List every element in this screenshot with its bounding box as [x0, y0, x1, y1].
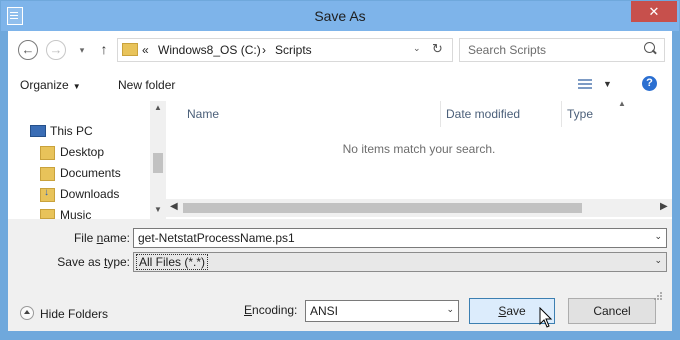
sidebar-item-desktop[interactable]: Desktop — [60, 145, 104, 159]
navigation-pane: This PC Desktop Documents Downloads Musi… — [8, 101, 166, 219]
save-form: File name: get-NetstatProcessName.ps1 ⌄ … — [8, 219, 672, 331]
close-button[interactable]: ✕ — [631, 1, 677, 22]
breadcrumb-scripts[interactable]: Scripts — [275, 43, 312, 57]
scrollbar-thumb[interactable] — [183, 203, 582, 213]
sort-indicator-icon: ▲ — [618, 99, 626, 108]
view-dropdown-icon[interactable]: ▼ — [603, 79, 612, 89]
label-part: ype: — [107, 255, 130, 269]
scroll-up-icon[interactable]: ▲ — [154, 103, 162, 112]
sidebar-item-this-pc[interactable]: This PC — [50, 124, 93, 138]
save-as-type-label: Save as type: — [48, 255, 130, 269]
view-options-icon[interactable] — [578, 79, 592, 90]
column-header-name[interactable]: Name — [187, 107, 219, 121]
search-input[interactable]: Search Scripts — [459, 38, 665, 62]
address-chevrons[interactable]: « — [142, 43, 149, 57]
command-bar: Organize ▼ New folder ▼ ? — [8, 70, 672, 100]
scroll-right-icon[interactable]: ▶ — [660, 201, 668, 212]
breadcrumb-separator-icon[interactable]: › — [262, 43, 266, 57]
search-placeholder: Search Scripts — [468, 43, 547, 57]
chevron-down-icon[interactable]: ⌄ — [654, 231, 662, 242]
forward-button[interactable]: → — [46, 40, 66, 60]
refresh-icon[interactable]: ↻ — [432, 41, 443, 57]
save-as-type-select[interactable]: All Files (*.*) ⌄ — [133, 252, 667, 272]
sidebar-item-documents[interactable]: Documents — [60, 166, 121, 180]
scrollbar-thumb[interactable] — [153, 153, 163, 173]
hide-folders-label: Hide Folders — [40, 307, 109, 321]
download-folder-icon — [40, 187, 55, 202]
file-name-value: get-NetstatProcessName.ps1 — [138, 231, 295, 245]
save-label: ave — [506, 304, 526, 318]
mouse-cursor-icon — [539, 307, 553, 328]
column-divider[interactable] — [440, 101, 441, 127]
chevron-down-icon[interactable]: ⌄ — [654, 255, 662, 266]
up-button[interactable]: ↑ — [94, 39, 114, 59]
search-icon[interactable] — [644, 42, 655, 53]
folder-icon — [40, 209, 55, 219]
access-key: E — [244, 303, 253, 317]
label-part: Save as — [57, 255, 104, 269]
file-name-field[interactable]: get-NetstatProcessName.ps1 ⌄ — [133, 228, 667, 248]
file-list-horizontal-scrollbar[interactable]: ◀ ▶ — [166, 199, 672, 217]
chevron-down-icon[interactable]: ⌄ — [446, 304, 454, 315]
label-part: ame: — [103, 231, 130, 245]
organize-button[interactable]: Organize ▼ — [20, 78, 81, 92]
scroll-left-icon[interactable]: ◀ — [170, 201, 178, 212]
dialog-body: ← → ▾ ↑ « Windows8_OS (C:) › Scripts ⌄ ↻… — [8, 31, 672, 331]
column-divider[interactable] — [561, 101, 562, 127]
nav-pane-scrollbar[interactable]: ▲ ▼ — [150, 101, 166, 219]
encoding-value: ANSI — [310, 304, 339, 318]
sidebar-item-music[interactable]: Music — [60, 208, 91, 219]
organize-label: Organize — [20, 78, 69, 92]
help-icon[interactable]: ? — [642, 76, 657, 91]
back-button[interactable]: ← — [18, 40, 38, 60]
label-part: ncoding: — [252, 303, 298, 317]
folder-icon — [40, 146, 55, 160]
chevron-down-icon: ▼ — [72, 82, 81, 91]
save-as-dialog: Save As ✕ ← → ▾ ↑ « Windows8_OS (C:) › S… — [0, 0, 680, 340]
sidebar-item-downloads[interactable]: Downloads — [60, 187, 119, 201]
encoding-select[interactable]: ANSI ⌄ — [305, 300, 459, 322]
folder-icon — [40, 167, 55, 181]
folder-icon — [122, 43, 138, 56]
resize-grip-icon[interactable] — [653, 291, 663, 301]
new-folder-button[interactable]: New folder — [118, 78, 175, 92]
column-header-date-modified[interactable]: Date modified — [446, 107, 520, 121]
column-header-type[interactable]: Type — [567, 107, 593, 121]
collapse-up-icon — [20, 306, 34, 320]
computer-icon — [30, 125, 46, 137]
address-bar[interactable]: « Windows8_OS (C:) › Scripts ⌄ ↻ — [117, 38, 453, 62]
empty-message: No items match your search. — [342, 142, 496, 156]
file-name-label: File name: — [62, 231, 130, 245]
save-as-type-value: All Files (*.*) — [136, 254, 209, 270]
recent-locations-button[interactable]: ▾ — [72, 40, 92, 60]
address-dropdown-icon[interactable]: ⌄ — [413, 43, 421, 54]
title-bar[interactable]: Save As ✕ — [1, 1, 679, 31]
encoding-label: Encoding: — [244, 303, 297, 317]
scroll-down-icon[interactable]: ▼ — [154, 205, 162, 214]
cancel-button[interactable]: Cancel — [568, 298, 656, 324]
label-part: File — [73, 231, 97, 245]
breadcrumb-drive[interactable]: Windows8_OS (C:) — [158, 43, 261, 57]
window-title: Save As — [314, 8, 366, 24]
